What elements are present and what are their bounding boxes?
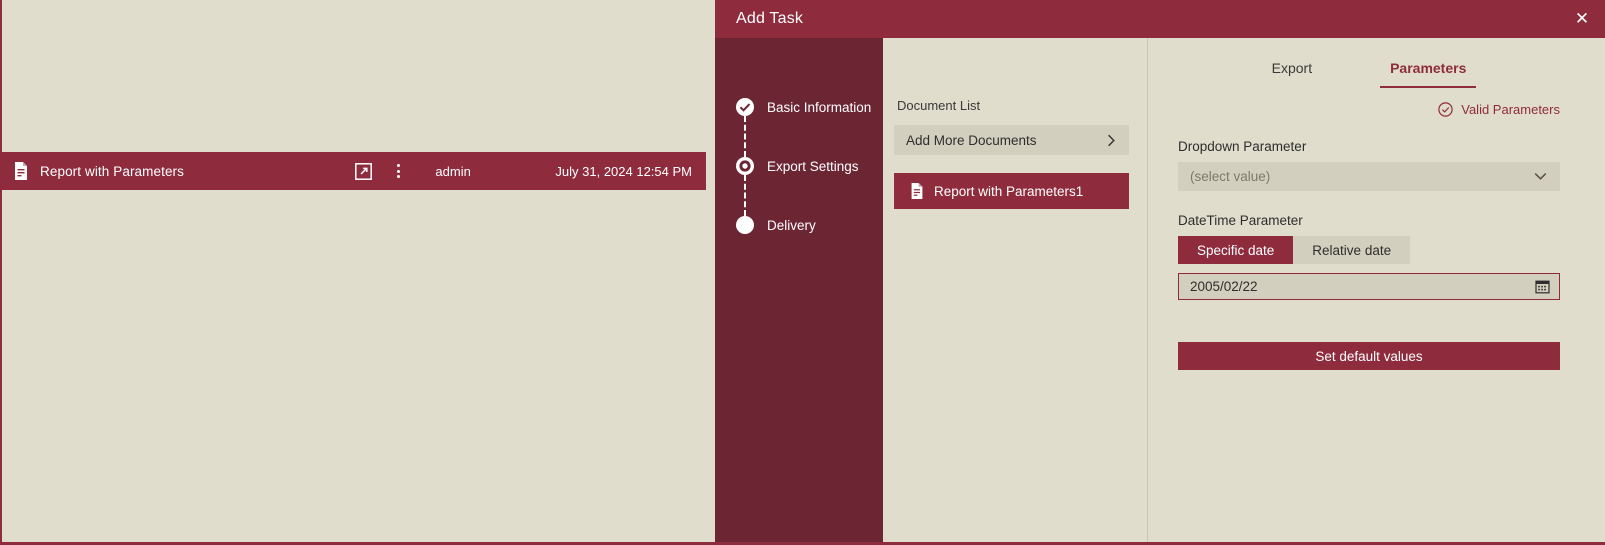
dropdown-parameter-select[interactable]: (select value): [1178, 162, 1560, 191]
datetime-mode-relative-date[interactable]: Relative date: [1293, 236, 1411, 264]
check-circle-outline-icon: [1438, 102, 1453, 117]
report-row-actions: admin July 31, 2024 12:54 PM: [355, 162, 706, 180]
check-circle-icon: [736, 98, 754, 116]
stepper-item-label: Basic Information: [767, 99, 872, 115]
document-list-item[interactable]: Report with Parameters1: [894, 173, 1129, 209]
datetime-parameter-value: 2005/02/22: [1190, 279, 1258, 294]
tab-parameters[interactable]: Parameters: [1380, 54, 1477, 88]
stepper-item-export-settings[interactable]: Export Settings: [715, 154, 883, 178]
add-more-documents-button[interactable]: Add More Documents: [894, 125, 1129, 155]
stepper-item-delivery[interactable]: Delivery: [715, 213, 883, 237]
add-task-dialog: Add Task ✕ Basic Information Export Sett…: [715, 0, 1605, 545]
dropdown-parameter-label: Dropdown Parameter: [1178, 139, 1307, 154]
dropdown-parameter-value: (select value): [1190, 169, 1271, 184]
stepper-item-basic-information[interactable]: Basic Information: [715, 95, 883, 119]
screen: Report with Parameters admin July 31, 20…: [0, 0, 1605, 545]
document-icon: [911, 183, 923, 199]
document-list-pane: Document List Add More Documents Report …: [883, 38, 1148, 542]
kebab-menu-icon[interactable]: [389, 162, 407, 180]
stepper-connector: [744, 175, 746, 216]
stepper-item-label: Export Settings: [767, 158, 859, 174]
open-external-icon[interactable]: [355, 162, 373, 180]
radio-selected-icon: [736, 157, 754, 175]
document-list-item-label: Report with Parameters1: [934, 183, 1084, 199]
chevron-down-icon: [1534, 173, 1547, 180]
tab-export[interactable]: Export: [1262, 54, 1322, 88]
dialog-title: Add Task: [736, 10, 804, 27]
datetime-mode-specific-date[interactable]: Specific date: [1178, 236, 1294, 264]
dialog-body: Basic Information Export Settings Delive…: [715, 38, 1605, 542]
datetime-parameter-label: DateTime Parameter: [1178, 213, 1303, 228]
calendar-icon[interactable]: [1535, 279, 1550, 294]
chevron-right-icon: [1108, 134, 1115, 146]
add-more-documents-label: Add More Documents: [906, 132, 1037, 148]
document-icon: [15, 162, 27, 180]
close-icon[interactable]: ✕: [1559, 0, 1605, 38]
report-row-title: Report with Parameters: [40, 163, 185, 179]
report-list-row[interactable]: Report with Parameters admin July 31, 20…: [0, 152, 706, 190]
parameters-pane: Export Parameters Valid Parameters Dropd…: [1148, 38, 1605, 542]
stepper-connector: [744, 116, 746, 157]
report-row-user: admin: [435, 163, 471, 179]
filled-circle-icon: [736, 216, 754, 234]
stepper-item-label: Delivery: [767, 217, 816, 233]
wizard-stepper: Basic Information Export Settings Delive…: [715, 38, 883, 542]
datetime-mode-toggle: Specific date Relative date: [1178, 236, 1560, 264]
valid-parameters-label: Valid Parameters: [1461, 102, 1560, 117]
dialog-titlebar: Add Task ✕: [715, 0, 1605, 38]
document-list-heading: Document List: [897, 98, 981, 113]
datetime-parameter-input[interactable]: 2005/02/22: [1178, 273, 1560, 300]
valid-parameters-status: Valid Parameters: [1178, 102, 1560, 117]
set-default-values-button[interactable]: Set default values: [1178, 342, 1560, 370]
panel-tabs: Export Parameters: [1178, 38, 1560, 88]
report-row-timestamp: July 31, 2024 12:54 PM: [555, 163, 692, 179]
